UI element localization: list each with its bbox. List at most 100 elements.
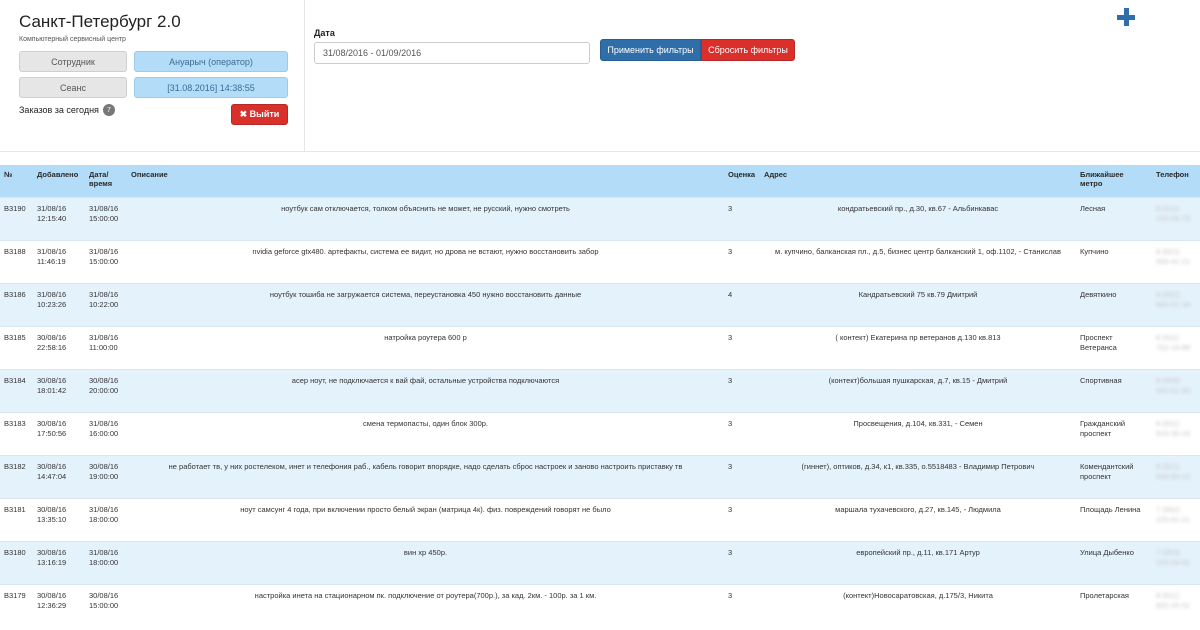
app-title: Санкт-Петербург 2.0 xyxy=(19,12,181,31)
table-row[interactable]: B3190 31/08/16 12:15:40 31/08/16 15:00:00 н… xyxy=(0,197,1200,240)
datetime-cell: 30/08/16 15:00:00 xyxy=(89,590,119,611)
session-value-button[interactable]: [31.08.2016] 14:38:55 xyxy=(134,77,288,98)
added-cell: 31/08/16 12:15:40 xyxy=(37,203,67,224)
order-number-cell: B3186 xyxy=(4,289,26,299)
datetime-cell: 31/08/16 16:00:00 xyxy=(89,418,119,439)
session-label-button[interactable]: Сеанс xyxy=(19,77,127,98)
plus-icon[interactable] xyxy=(1116,7,1136,27)
datetime-cell: 31/08/16 18:00:00 xyxy=(89,504,119,525)
description-cell: смена термопасты, один блок 300р. xyxy=(363,418,488,428)
logout-button[interactable]: ✖ Выйти xyxy=(231,104,288,125)
user-panel: Санкт-Петербург 2.0 Компьютерный сервисн… xyxy=(0,0,305,152)
order-number-cell: B3180 xyxy=(4,547,26,557)
column-header-description[interactable]: Описание xyxy=(127,165,724,197)
order-number-cell: B3181 xyxy=(4,504,26,514)
phone-cell: 8 (911) 755-55-75 xyxy=(1156,203,1191,224)
score-cell: 3 xyxy=(728,461,733,471)
table-row[interactable]: B3181 30/08/16 13:35:10 31/08/16 18:00:00 н… xyxy=(0,498,1200,541)
score-cell: 3 xyxy=(728,504,733,514)
address-cell: Кандратьевский 75 кв.79 Дмитрий xyxy=(858,289,978,299)
added-cell: 30/08/16 13:35:10 xyxy=(37,504,67,525)
orders-table-container: № Добавлено Дата/ время Описание Оценка … xyxy=(0,165,1200,627)
phone-cell: 8 (911) 915-30-15 xyxy=(1156,418,1191,439)
phone-cell: 8 (921) 648-83-10 xyxy=(1156,461,1191,482)
phone-cell: 8 (952) 895-51-34 xyxy=(1156,289,1191,310)
description-cell: не работает тв, у них ростелеком, инет и… xyxy=(168,461,683,471)
added-cell: 31/08/16 10:23:26 xyxy=(37,289,67,310)
phone-cell: 8 (905) 540-51-60 xyxy=(1156,375,1191,396)
table-row[interactable]: B3188 31/08/16 11:46:19 31/08/16 15:00:00 n… xyxy=(0,240,1200,283)
table-row[interactable]: B3179 30/08/16 12:36:29 30/08/16 15:00:00 н… xyxy=(0,584,1200,627)
description-cell: ноут самсунг 4 года, при включении прост… xyxy=(240,504,611,514)
phone-cell: 7 (952) 225-61-21 xyxy=(1156,504,1191,525)
metro-cell: Лесная xyxy=(1080,203,1106,213)
orders-today-label: Заказов за сегодня xyxy=(19,105,99,115)
description-cell: ноутбук сам отключается, толком объяснит… xyxy=(281,203,570,213)
table-row[interactable]: B3180 30/08/16 13:16:19 31/08/16 18:00:00 в… xyxy=(0,541,1200,584)
app-subtitle: Компьютерный сервисный центр xyxy=(19,36,126,43)
page-header: Санкт-Петербург 2.0 Компьютерный сервисн… xyxy=(0,0,1200,152)
phone-cell: 7 (953) 153-04-91 xyxy=(1156,547,1191,568)
table-row[interactable]: B3186 31/08/16 10:23:26 31/08/16 10:22:00 н… xyxy=(0,283,1200,326)
metro-cell: Площадь Ленина xyxy=(1080,504,1141,514)
phone-cell: 8 (911) 752-15-88 xyxy=(1156,332,1191,353)
column-header-phone[interactable]: Телефон xyxy=(1152,165,1200,197)
column-header-number[interactable]: № xyxy=(0,165,33,197)
order-number-cell: B3188 xyxy=(4,246,26,256)
orders-today: Заказов за сегодня 7 xyxy=(19,104,115,116)
score-cell: 3 xyxy=(728,590,733,600)
address-cell: маршала тухачевского, д.27, кв.145, - Лю… xyxy=(835,504,1001,514)
metro-cell: Девяткино xyxy=(1080,289,1117,299)
datetime-cell: 31/08/16 10:22:00 xyxy=(89,289,119,310)
score-cell: 3 xyxy=(728,418,733,428)
column-header-added[interactable]: Добавлено xyxy=(33,165,85,197)
table-row[interactable]: B3184 30/08/16 18:01:42 30/08/16 20:00:00 а… xyxy=(0,369,1200,412)
date-range-input[interactable] xyxy=(314,42,590,64)
order-number-cell: B3184 xyxy=(4,375,26,385)
datetime-cell: 31/08/16 15:00:00 xyxy=(89,203,119,224)
employee-label-button[interactable]: Сотрудник xyxy=(19,51,127,72)
order-number-cell: B3179 xyxy=(4,590,26,600)
address-cell: м. купчино, балканская пл., д.5, бизнес … xyxy=(775,246,1061,256)
description-cell: натройка роутера 600 р xyxy=(384,332,467,342)
column-header-datetime[interactable]: Дата/ время xyxy=(85,165,127,197)
employee-value-button[interactable]: Ануарыч (оператор) xyxy=(134,51,288,72)
score-cell: 3 xyxy=(728,375,733,385)
table-row[interactable]: B3185 30/08/16 22:58:16 31/08/16 11:00:00 н… xyxy=(0,326,1200,369)
phone-cell: 8 (911) 832-25-51 xyxy=(1156,590,1191,611)
order-number-cell: B3183 xyxy=(4,418,26,428)
reset-filters-button[interactable]: Сбросить фильтры xyxy=(701,39,795,61)
column-header-address[interactable]: Адрес xyxy=(760,165,1076,197)
table-row[interactable]: B3182 30/08/16 14:47:04 30/08/16 19:00:00 н… xyxy=(0,455,1200,498)
datetime-cell: 31/08/16 18:00:00 xyxy=(89,547,119,568)
description-cell: вин хр 450р. xyxy=(403,547,448,557)
orders-today-badge: 7 xyxy=(102,104,115,116)
description-cell: ноутбук тошиба не загружается система, п… xyxy=(269,289,582,299)
metro-cell: Гражданский проспект xyxy=(1080,418,1126,439)
added-cell: 30/08/16 12:36:29 xyxy=(37,590,67,611)
datetime-cell: 30/08/16 19:00:00 xyxy=(89,461,119,482)
apply-filters-button[interactable]: Применить фильтры xyxy=(600,39,701,61)
orders-table: № Добавлено Дата/ время Описание Оценка … xyxy=(0,165,1200,627)
datetime-cell: 31/08/16 15:00:00 xyxy=(89,246,119,267)
datetime-cell: 30/08/16 20:00:00 xyxy=(89,375,119,396)
added-cell: 30/08/16 14:47:04 xyxy=(37,461,67,482)
description-cell: настройка инета на стационарном пк. подк… xyxy=(254,590,597,600)
address-cell: европейский пр., д.11, кв.171 Артур xyxy=(856,547,980,557)
address-cell: ( контект) Екатерина пр ветеранов д.130 … xyxy=(835,332,1001,342)
metro-cell: Комендантский проспект xyxy=(1080,461,1134,482)
score-cell: 4 xyxy=(728,289,733,299)
metro-cell: Проспект Ветеранса xyxy=(1080,332,1117,353)
column-header-score[interactable]: Оценка xyxy=(724,165,760,197)
added-cell: 30/08/16 17:50:56 xyxy=(37,418,67,439)
column-header-metro[interactable]: Ближайшее метро xyxy=(1076,165,1152,197)
metro-cell: Купчино xyxy=(1080,246,1109,256)
table-row[interactable]: B3183 30/08/16 17:50:56 31/08/16 16:00:00 с… xyxy=(0,412,1200,455)
score-cell: 3 xyxy=(728,203,733,213)
address-cell: (контект)большая пушкарская, д.7, кв.15 … xyxy=(828,375,1008,385)
order-number-cell: B3190 xyxy=(4,203,26,213)
address-cell: Просвещения, д.104, кв.331, - Семен xyxy=(853,418,983,428)
description-cell: асер ноут, не подключается к вай фай, ос… xyxy=(291,375,560,385)
date-filter-label: Дата xyxy=(314,28,335,38)
metro-cell: Улица Дыбенко xyxy=(1080,547,1134,557)
